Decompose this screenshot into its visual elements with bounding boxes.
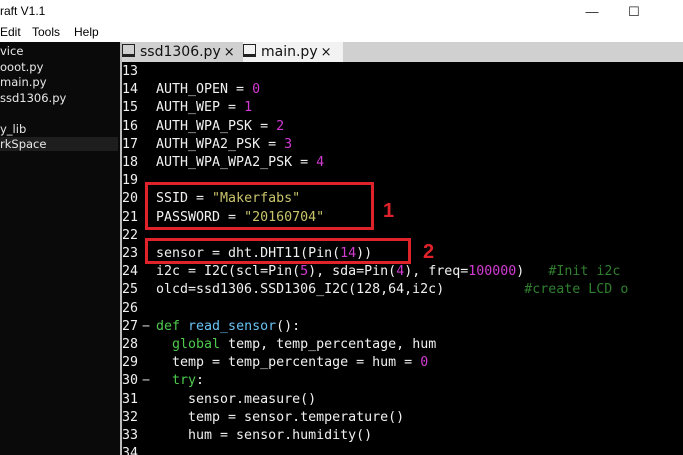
code-line[interactable]: 28 global temp, temp_percentage, hum <box>122 336 436 354</box>
close-icon[interactable]: × <box>224 45 235 60</box>
tab-label: main.py <box>261 44 318 60</box>
code-token: try <box>172 373 197 389</box>
annotation-label-2: 2 <box>423 241 435 263</box>
code-token: def <box>156 318 189 334</box>
tree-item-lib[interactable]: y_lib <box>0 122 26 136</box>
menu-bar: Edit Tools Help <box>0 24 683 42</box>
code-token: #Init i2c <box>548 264 621 280</box>
code-token: AUTH_WPA_WPA2_PSK = <box>156 155 317 170</box>
tab-main[interactable]: main.py × <box>243 42 343 62</box>
code-line[interactable]: 26 <box>122 300 156 318</box>
file-icon <box>122 44 135 57</box>
code-token: AUTH_OPEN = <box>156 82 253 98</box>
fold-toggle-icon[interactable]: − <box>142 318 156 336</box>
file-icon <box>243 44 256 57</box>
code-token: AUTH_WPA_PSK = <box>156 118 277 134</box>
minimize-button[interactable]: — <box>572 0 612 24</box>
line-number: 26 <box>122 300 139 316</box>
code-token: temp, temp_percentage, hum <box>220 337 437 352</box>
code-token: 4 <box>316 155 325 170</box>
code-token: hum = sensor.humidity() <box>156 428 373 443</box>
code-line[interactable]: 13 <box>122 63 156 81</box>
code-token: sensor.measure() <box>156 391 317 407</box>
code-line[interactable]: 32 temp = sensor.temperature() <box>122 409 404 427</box>
menu-edit[interactable]: Edit <box>0 25 21 39</box>
title-bar: raft V1.1 — ☐ <box>0 0 683 24</box>
code-token: AUTH_WEP = <box>156 100 245 116</box>
line-number: 17 <box>122 136 139 152</box>
tree-item-main[interactable]: main.py <box>0 75 47 89</box>
code-line[interactable]: 17 AUTH_WPA2_PSK = 3 <box>122 136 292 154</box>
annotation-box-1 <box>145 182 374 230</box>
code-line[interactable]: 16 AUTH_WPA_PSK = 2 <box>122 118 284 136</box>
code-token: : <box>196 373 205 389</box>
code-line[interactable]: 14 AUTH_OPEN = 0 <box>122 81 260 99</box>
code-token: 0 <box>252 82 261 98</box>
menu-help[interactable]: Help <box>74 25 99 39</box>
code-token: (): <box>276 318 301 334</box>
tab-bar: ssd1306.py × main.py × <box>122 42 683 62</box>
window-title: raft V1.1 <box>0 4 46 18</box>
line-number: 29 <box>122 355 139 371</box>
line-number: 33 <box>122 428 139 443</box>
code-token: olcd=ssd1306.SSD1306_I2C(128,64,i2c) <box>156 282 525 298</box>
fold-toggle-icon[interactable]: − <box>142 372 156 390</box>
tab-label: ssd1306.py <box>140 44 221 60</box>
file-tree: vice ooot.py main.py ssd1306.py y_lib rk… <box>0 42 120 455</box>
code-token: read_sensor <box>188 318 277 334</box>
code-token: ), freq= <box>404 264 469 280</box>
line-number: 24 <box>122 264 139 280</box>
code-token: global <box>172 337 221 352</box>
code-token: 2 <box>276 118 285 134</box>
code-line[interactable]: 31 sensor.measure() <box>122 391 316 409</box>
maximize-button[interactable]: ☐ <box>614 0 654 24</box>
code-token: 1 <box>244 100 253 116</box>
tree-item-workspace[interactable]: rkSpace <box>0 137 118 151</box>
code-line[interactable]: 18 AUTH_WPA_WPA2_PSK = 4 <box>122 154 324 172</box>
code-line[interactable]: 34 <box>122 445 156 455</box>
line-number: 16 <box>122 118 139 134</box>
line-number: 25 <box>122 282 139 298</box>
code-token: 4 <box>396 264 405 280</box>
code-line[interactable]: 30− try: <box>122 372 204 390</box>
line-number: 28 <box>122 337 139 352</box>
close-icon[interactable]: × <box>321 45 332 60</box>
tab-ssd1306[interactable]: ssd1306.py × <box>122 42 242 62</box>
line-number: 14 <box>122 82 139 98</box>
code-line[interactable]: 33 hum = sensor.humidity() <box>122 427 372 445</box>
menu-tools[interactable]: Tools <box>32 25 60 39</box>
code-token: 5 <box>300 264 309 280</box>
code-line[interactable]: 29 temp = temp_percentage = hum = 0 <box>122 354 428 372</box>
code-token: 3 <box>284 136 293 152</box>
annotation-label-1: 1 <box>383 200 395 222</box>
line-number: 32 <box>122 409 139 425</box>
tree-item-device[interactable]: vice <box>0 44 23 58</box>
annotation-box-2 <box>145 238 411 264</box>
code-line[interactable]: 25 olcd=ssd1306.SSD1306_I2C(128,64,i2c) #… <box>122 281 628 299</box>
tree-item-boot[interactable]: ooot.py <box>0 60 43 74</box>
line-number: 31 <box>122 391 139 407</box>
code-token: 100000 <box>468 264 517 280</box>
line-number: 34 <box>122 446 139 455</box>
line-number: 18 <box>122 155 139 170</box>
code-token: i2c = I2C(scl=Pin( <box>156 264 301 280</box>
code-line[interactable]: 15 AUTH_WEP = 1 <box>122 99 252 117</box>
code-token: ) <box>516 264 549 280</box>
code-token: temp = temp_percentage = hum = <box>156 355 421 371</box>
code-token: #create LCD o <box>524 282 629 298</box>
code-line[interactable]: 27− def read_sensor(): <box>122 318 300 336</box>
code-token: temp = sensor.temperature() <box>156 409 405 425</box>
code-token: ), sda=Pin( <box>308 264 397 280</box>
code-token: AUTH_WPA2_PSK = <box>156 136 285 152</box>
code-line[interactable]: 24 i2c = I2C(scl=Pin(5), sda=Pin(4), freq… <box>122 263 620 281</box>
tree-item-ssd1306[interactable]: ssd1306.py <box>0 91 66 105</box>
code-token: 0 <box>420 355 429 371</box>
line-number: 15 <box>122 100 139 116</box>
line-number: 13 <box>122 64 139 79</box>
